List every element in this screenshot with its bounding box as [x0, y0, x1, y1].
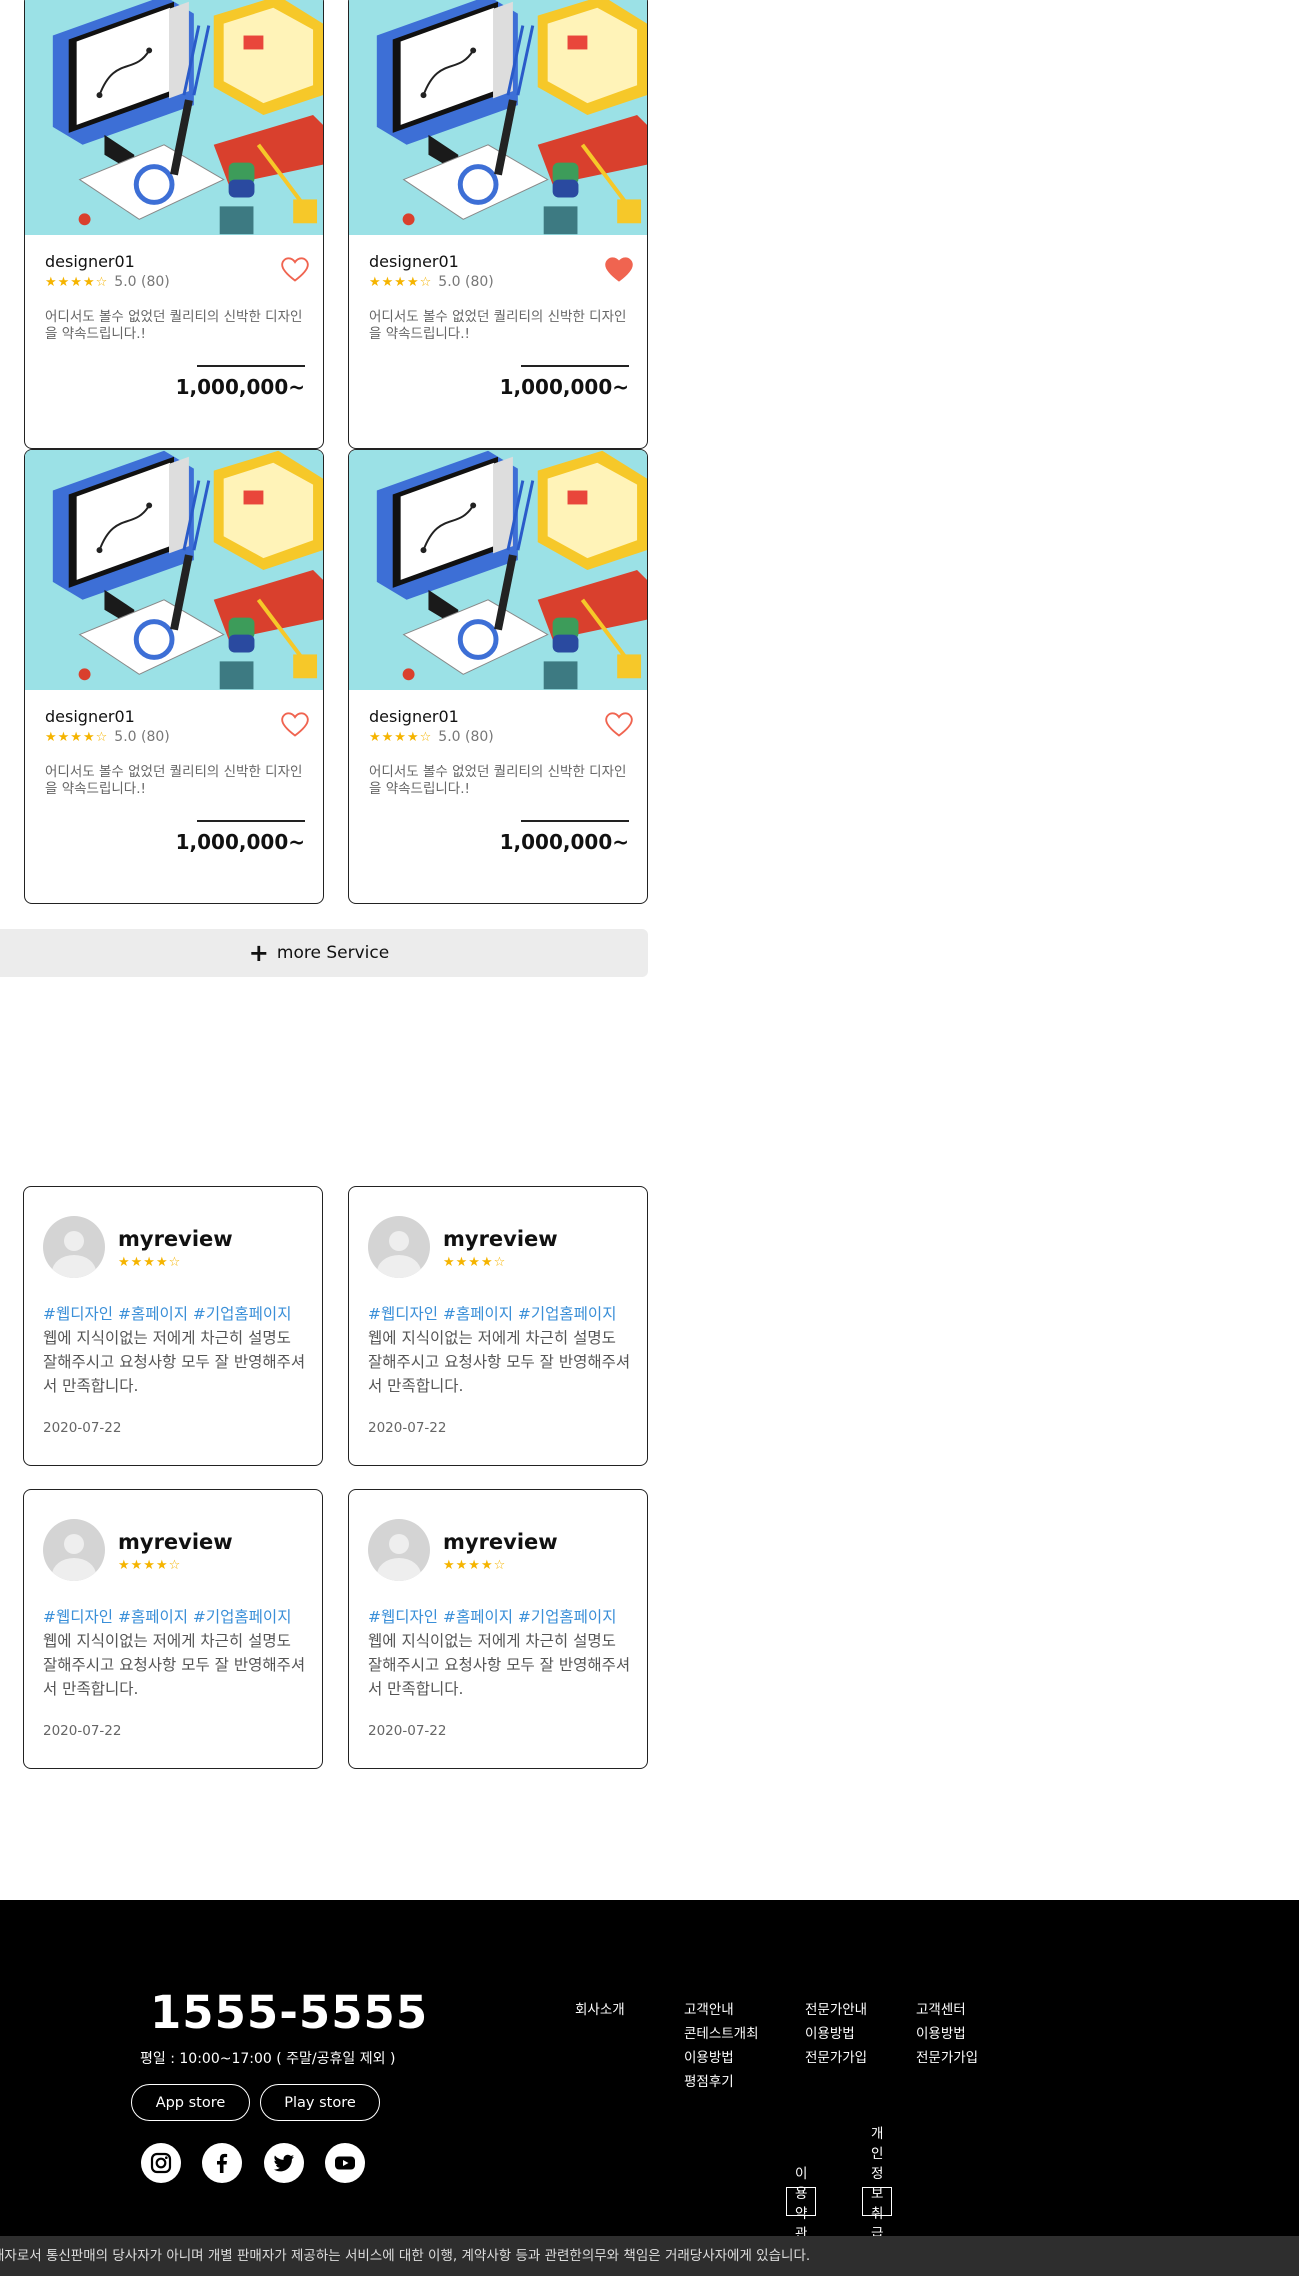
divider — [521, 365, 629, 367]
rating-value: 5.0 (80) — [114, 274, 170, 290]
heart-icon[interactable] — [281, 257, 309, 283]
service-price: 1,000,000~ — [499, 830, 629, 854]
review-date: 2020-07-22 — [43, 1420, 122, 1436]
footer-link[interactable]: 전문가가입 — [916, 2046, 978, 2070]
footer-link[interactable]: 고객안내 — [684, 1998, 759, 2022]
star-rating: ★★★★☆ — [118, 1255, 182, 1270]
review-card: myreview ★★★★☆ #웹디자인 #홈페이지 #기업홈페이지 웹에 지식… — [23, 1186, 323, 1466]
review-text: 웹에 지식이없는 저에게 차근히 설명도 잘해주시고 요청사항 모두 잘 반영해… — [43, 1632, 306, 1698]
rating: ★★★★☆ 5.0 (80) — [369, 729, 494, 745]
footer-col-company: 회사소개 — [575, 1998, 625, 2022]
play-store-button[interactable]: Play store — [260, 2084, 380, 2121]
footer-link[interactable]: 고객센터 — [916, 1998, 978, 2022]
service-thumbnail — [349, 450, 647, 690]
designer-name: designer01 — [369, 707, 459, 726]
review-card: myreview ★★★★☆ #웹디자인 #홈페이지 #기업홈페이지 웹에 지식… — [23, 1489, 323, 1769]
review-card: myreview ★★★★☆ #웹디자인 #홈페이지 #기업홈페이지 웹에 지식… — [348, 1489, 648, 1769]
star-rating: ★★★★☆ — [369, 729, 433, 745]
service-card[interactable]: designer01 ★★★★☆ 5.0 (80) 어디서도 볼수 없었던 퀄리티… — [348, 449, 648, 904]
service-price: 1,000,000~ — [499, 375, 629, 399]
service-thumbnail — [25, 450, 323, 690]
footer-link[interactable]: 평점후기 — [684, 2070, 759, 2094]
footer: 1555-5555 평일 : 10:00~17:00 ( 주말/공휴일 제외 )… — [0, 1900, 1299, 2276]
service-card[interactable]: designer01 ★★★★☆ 5.0 (80) 어디서도 볼수 없었던 퀄리티… — [24, 0, 324, 449]
privacy-link[interactable]: 개인정보취급방침 — [862, 2126, 893, 2276]
reviewer-name: myreview — [443, 1227, 558, 1251]
footer-col-support: 고객센터 이용방법 전문가가입 — [916, 1998, 978, 2070]
review-text: 웹에 지식이없는 저에게 차근히 설명도 잘해주시고 요청사항 모두 잘 반영해… — [43, 1329, 306, 1395]
service-description: 어디서도 볼수 없었던 퀄리티의 신박한 디자인을 약속드립니다.! — [45, 764, 303, 797]
divider — [197, 365, 305, 367]
designer-name: designer01 — [369, 252, 459, 271]
star-rating: ★★★★☆ — [118, 1558, 182, 1573]
facebook-icon[interactable] — [202, 2143, 242, 2183]
instagram-icon[interactable] — [141, 2143, 181, 2183]
star-rating: ★★★★☆ — [443, 1558, 507, 1573]
service-thumbnail — [349, 0, 647, 235]
service-card[interactable]: designer01 ★★★★☆ 5.0 (80) 어디서도 볼수 없었던 퀄리티… — [24, 449, 324, 904]
footer-link[interactable]: 회사소개 — [575, 1998, 625, 2022]
footer-hours: 평일 : 10:00~17:00 ( 주말/공휴일 제외 ) — [140, 2051, 396, 2067]
rating-value: 5.0 (80) — [438, 729, 494, 745]
more-service-button[interactable]: + more Service — [0, 929, 648, 977]
heart-filled-icon[interactable] — [605, 257, 633, 283]
footer-link[interactable]: 이용방법 — [916, 2022, 978, 2046]
review-card: myreview ★★★★☆ #웹디자인 #홈페이지 #기업홈페이지 웹에 지식… — [348, 1186, 648, 1466]
footer-disclaimer: 재자로서 통신판매의 당사자가 아니며 개별 판매자가 제공하는 서비스에 대한… — [0, 2248, 811, 2264]
service-description: 어디서도 볼수 없었던 퀄리티의 신박한 디자인을 약속드립니다.! — [369, 309, 627, 342]
terms-link[interactable]: 이용약관 — [786, 2166, 817, 2242]
rating: ★★★★☆ 5.0 (80) — [45, 274, 170, 290]
star-rating: ★★★★☆ — [369, 274, 433, 290]
star-rating: ★★★★☆ — [443, 1255, 507, 1270]
reviewer-name: myreview — [118, 1530, 233, 1554]
avatar — [368, 1216, 430, 1278]
review-date: 2020-07-22 — [368, 1420, 447, 1436]
footer-link[interactable]: 이용방법 — [684, 2046, 759, 2070]
star-rating: ★★★★☆ — [45, 274, 109, 290]
footer-link[interactable]: 전문가안내 — [805, 1998, 867, 2022]
review-date: 2020-07-22 — [368, 1723, 447, 1739]
review-text: 웹에 지식이없는 저에게 차근히 설명도 잘해주시고 요청사항 모두 잘 반영해… — [368, 1329, 631, 1395]
service-price: 1,000,000~ — [175, 830, 305, 854]
footer-link[interactable]: 이용방법 — [805, 2022, 867, 2046]
app-store-button[interactable]: App store — [131, 2084, 250, 2121]
rating-value: 5.0 (80) — [438, 274, 494, 290]
designer-name: designer01 — [45, 252, 135, 271]
service-card[interactable]: designer01 ★★★★☆ 5.0 (80) 어디서도 볼수 없었던 퀄리티… — [348, 0, 648, 449]
heart-icon[interactable] — [605, 712, 633, 738]
review-tags[interactable]: #웹디자인 #홈페이지 #기업홈페이지 — [368, 1605, 616, 1627]
avatar — [43, 1216, 105, 1278]
service-thumbnail — [25, 0, 323, 235]
avatar — [43, 1519, 105, 1581]
review-tags[interactable]: #웹디자인 #홈페이지 #기업홈페이지 — [368, 1302, 616, 1324]
designer-name: designer01 — [45, 707, 135, 726]
review-text: 웹에 지식이없는 저에게 차근히 설명도 잘해주시고 요청사항 모두 잘 반영해… — [368, 1632, 631, 1698]
rating: ★★★★☆ 5.0 (80) — [369, 274, 494, 290]
reviewer-name: myreview — [443, 1530, 558, 1554]
star-rating: ★★★★☆ — [45, 729, 109, 745]
avatar — [368, 1519, 430, 1581]
review-date: 2020-07-22 — [43, 1723, 122, 1739]
service-description: 어디서도 볼수 없었던 퀄리티의 신박한 디자인을 약속드립니다.! — [45, 309, 303, 342]
reviewer-name: myreview — [118, 1227, 233, 1251]
footer-link[interactable]: 콘테스트개최 — [684, 2022, 759, 2046]
youtube-icon[interactable] — [325, 2143, 365, 2183]
plus-icon: + — [248, 939, 269, 967]
divider — [197, 820, 305, 822]
footer-col-customer: 고객안내 콘테스트개최 이용방법 평점후기 — [684, 1998, 759, 2094]
service-description: 어디서도 볼수 없었던 퀄리티의 신박한 디자인을 약속드립니다.! — [369, 764, 627, 797]
more-service-label: more Service — [276, 943, 390, 963]
twitter-icon[interactable] — [264, 2143, 304, 2183]
footer-link[interactable]: 전문가가입 — [805, 2046, 867, 2070]
service-price: 1,000,000~ — [175, 375, 305, 399]
heart-icon[interactable] — [281, 712, 309, 738]
review-tags[interactable]: #웹디자인 #홈페이지 #기업홈페이지 — [43, 1302, 291, 1324]
footer-phone: 1555-5555 — [150, 1986, 429, 2039]
footer-disclaimer-bar: 재자로서 통신판매의 당사자가 아니며 개별 판매자가 제공하는 서비스에 대한… — [0, 2236, 1299, 2276]
rating-value: 5.0 (80) — [114, 729, 170, 745]
footer-col-expert: 전문가안내 이용방법 전문가가입 — [805, 1998, 867, 2070]
divider — [521, 820, 629, 822]
rating: ★★★★☆ 5.0 (80) — [45, 729, 170, 745]
review-tags[interactable]: #웹디자인 #홈페이지 #기업홈페이지 — [43, 1605, 291, 1627]
